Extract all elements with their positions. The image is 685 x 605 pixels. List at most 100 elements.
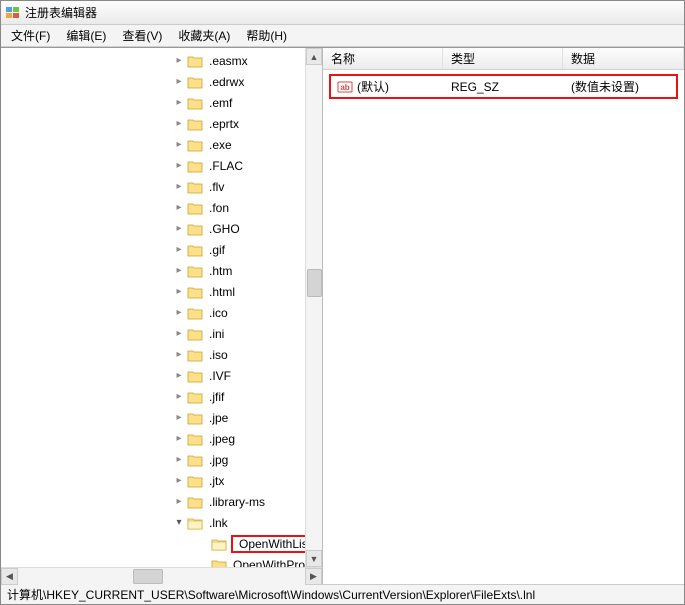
tree-item[interactable]: .ini	[3, 323, 319, 344]
scroll-up-arrow[interactable]: ▲	[306, 48, 322, 65]
folder-icon	[187, 117, 203, 131]
expander-icon[interactable]	[173, 328, 185, 340]
tree-item-label: .jfif	[207, 390, 226, 404]
tree-item[interactable]: .htm	[3, 260, 319, 281]
expander-icon[interactable]	[173, 412, 185, 424]
tree-item[interactable]: .GHO	[3, 218, 319, 239]
scroll-track[interactable]	[306, 65, 322, 550]
tree-item-label: .eprtx	[207, 117, 241, 131]
scroll-thumb[interactable]	[307, 269, 322, 297]
tree-item[interactable]: .library-ms	[3, 491, 319, 512]
menu-file[interactable]: 文件(F)	[3, 25, 58, 46]
tree-item[interactable]: .FLAC	[3, 155, 319, 176]
tree-item-label: .ico	[207, 306, 230, 320]
expander-icon[interactable]	[173, 307, 185, 319]
tree-item[interactable]: .lnk	[3, 512, 319, 533]
scroll-left-arrow[interactable]: ◀	[1, 568, 18, 585]
expander-icon[interactable]	[173, 160, 185, 172]
folder-icon	[187, 327, 203, 341]
expander-icon[interactable]	[173, 391, 185, 403]
folder-icon	[187, 264, 203, 278]
folder-icon	[187, 306, 203, 320]
scroll-down-arrow[interactable]: ▼	[306, 550, 322, 567]
folder-icon	[187, 180, 203, 194]
menu-edit[interactable]: 编辑(E)	[58, 25, 114, 46]
tree-item[interactable]: .easmx	[3, 50, 319, 71]
expander-icon[interactable]	[173, 181, 185, 193]
tree-item[interactable]: .jtx	[3, 470, 319, 491]
menu-help[interactable]: 帮助(H)	[238, 25, 295, 46]
column-header-data[interactable]: 数据	[563, 48, 684, 69]
tree-item-label: .gif	[207, 243, 227, 257]
expander-icon[interactable]	[173, 223, 185, 235]
value-data: (数值未设置)	[571, 78, 639, 95]
tree-item-label: .emf	[207, 96, 234, 110]
tree-item[interactable]: .exe	[3, 134, 319, 155]
tree-vertical-scrollbar[interactable]: ▲ ▼	[305, 48, 322, 567]
list-row[interactable]: ab(默认)REG_SZ(数值未设置)	[329, 74, 678, 99]
tree-item[interactable]: .jpg	[3, 449, 319, 470]
tree-item[interactable]: .IVF	[3, 365, 319, 386]
folder-icon	[187, 54, 203, 68]
tree-item[interactable]: .fon	[3, 197, 319, 218]
tree-item[interactable]: .emf	[3, 92, 319, 113]
tree-item[interactable]: OpenWithPro	[3, 554, 319, 567]
tree-horizontal-scrollbar[interactable]: ◀ ▶	[1, 567, 322, 584]
menu-view[interactable]: 查看(V)	[114, 25, 170, 46]
folder-icon	[187, 222, 203, 236]
expander-icon[interactable]	[173, 349, 185, 361]
expander-icon[interactable]	[173, 517, 185, 529]
scroll-track[interactable]	[18, 568, 305, 585]
tree-item[interactable]: .html	[3, 281, 319, 302]
expander-icon[interactable]	[173, 286, 185, 298]
expander-icon[interactable]	[173, 139, 185, 151]
tree-item-label: .IVF	[207, 369, 233, 383]
column-header-type[interactable]: 类型	[443, 48, 563, 69]
value-name: (默认)	[357, 78, 389, 95]
status-path: 计算机\HKEY_CURRENT_USER\Software\Microsoft…	[7, 586, 535, 603]
tree-item[interactable]: .jfif	[3, 386, 319, 407]
tree-item-label: .htm	[207, 264, 234, 278]
value-type: REG_SZ	[451, 80, 499, 94]
expander-icon[interactable]	[173, 454, 185, 466]
folder-icon	[187, 474, 203, 488]
expander-icon[interactable]	[173, 76, 185, 88]
tree-item[interactable]: .edrwx	[3, 71, 319, 92]
folder-icon	[187, 390, 203, 404]
list-body[interactable]: ab(默认)REG_SZ(数值未设置)	[323, 70, 684, 584]
expander-icon[interactable]	[173, 475, 185, 487]
tree-item-label: OpenWithPro	[231, 558, 307, 568]
column-header-name[interactable]: 名称	[323, 48, 443, 69]
tree-item-label: .jpe	[207, 411, 230, 425]
tree-item[interactable]: .flv	[3, 176, 319, 197]
scroll-thumb[interactable]	[133, 569, 163, 584]
tree-scroll[interactable]: .easmx .edrwx .emf .eprtx .exe.FLAC.flv.fon.…	[1, 48, 322, 567]
expander-icon[interactable]	[173, 370, 185, 382]
tree-item[interactable]: OpenWithList	[3, 533, 319, 554]
menu-favorites[interactable]: 收藏夹(A)	[170, 25, 238, 46]
tree-item[interactable]: .iso	[3, 344, 319, 365]
tree-item[interactable]: .ico	[3, 302, 319, 323]
title-bar: 注册表编辑器	[1, 1, 684, 25]
expander-icon[interactable]	[173, 118, 185, 130]
expander-icon[interactable]	[173, 265, 185, 277]
tree-item[interactable]: .jpeg	[3, 428, 319, 449]
scroll-right-arrow[interactable]: ▶	[305, 568, 322, 585]
window-title: 注册表编辑器	[25, 4, 97, 21]
tree-item-label: .GHO	[207, 222, 242, 236]
tree-item-label: .easmx	[207, 54, 250, 68]
expander-icon[interactable]	[173, 97, 185, 109]
expander-icon[interactable]	[173, 202, 185, 214]
list-pane: 名称 类型 数据 ab(默认)REG_SZ(数值未设置)	[323, 48, 684, 584]
folder-icon	[187, 96, 203, 110]
tree-item[interactable]: .jpe	[3, 407, 319, 428]
tree-item[interactable]: .eprtx	[3, 113, 319, 134]
expander-icon[interactable]	[173, 433, 185, 445]
expander-icon[interactable]	[173, 496, 185, 508]
tree-item-label: .ini	[207, 327, 226, 341]
folder-icon	[187, 369, 203, 383]
expander-icon[interactable]	[173, 244, 185, 256]
expander-icon[interactable]	[173, 55, 185, 67]
tree-item-label: .lnk	[207, 516, 230, 530]
tree-item[interactable]: .gif	[3, 239, 319, 260]
